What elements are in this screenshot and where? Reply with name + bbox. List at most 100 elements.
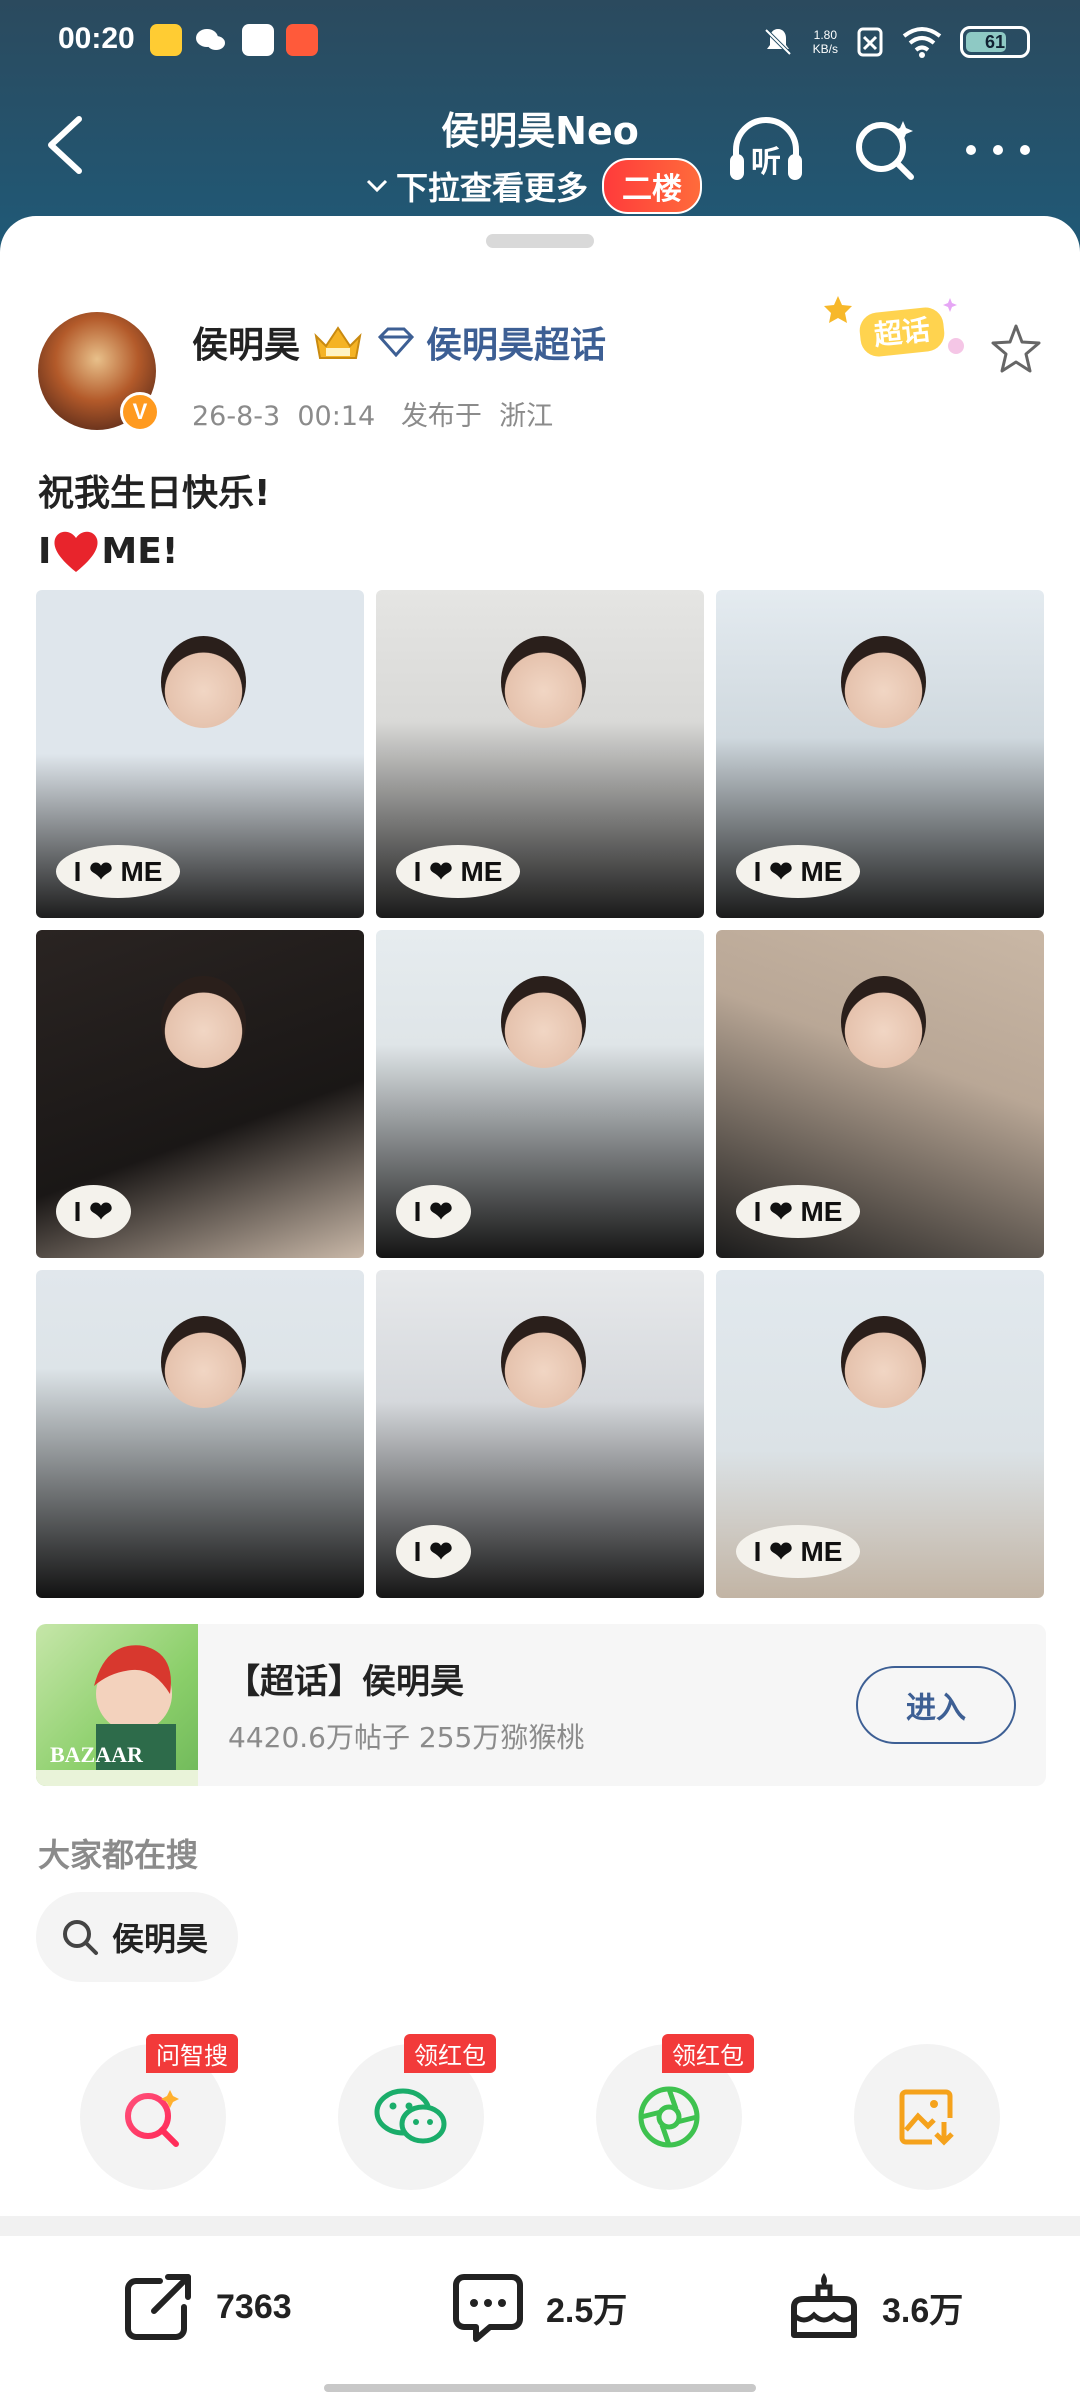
share-wechat-button[interactable]: 领红包 [338, 2034, 496, 2190]
wifi-icon [902, 27, 942, 58]
svg-text:BAZAAR: BAZAAR [50, 1742, 144, 1767]
share-ai-search-button[interactable]: 问智搜 [80, 2034, 238, 2190]
post-photo-3[interactable]: I ❤ ME [716, 590, 1044, 918]
photo-cake-label: I ❤ [395, 1185, 471, 1239]
photo-subject [500, 635, 586, 728]
topic-link-label: 侯明昊超话 [426, 325, 607, 366]
bottom-action-bar: 7363 2.5万 3.6万 [0, 2236, 1080, 2400]
home-indicator [324, 2384, 756, 2392]
svg-text:超话: 超话 [872, 313, 931, 352]
network-speed: 1.80 KB/s [812, 28, 838, 56]
photo-cake-label: I ❤ [55, 1185, 131, 1239]
comment-button[interactable]: 2.5万 [450, 2262, 627, 2352]
search-button[interactable] [846, 110, 926, 190]
search-suggestion-chip[interactable]: 侯明昊 [36, 1892, 239, 1982]
listen-button[interactable]: 听 [726, 110, 806, 190]
moments-icon [638, 2086, 700, 2148]
post-photo-5[interactable]: I ❤ [376, 930, 704, 1258]
trending-search-title: 大家都在搜 [38, 1836, 199, 1874]
save-image-button[interactable] [854, 2044, 1000, 2190]
pull-down-label: 下拉查看更多 [396, 169, 589, 207]
topic-name: 【超话】侯明昊 [226, 1662, 464, 1702]
photo-cake-label: I ❤ ME [735, 845, 861, 899]
avatar[interactable]: V [38, 312, 160, 432]
post-text-line-1: 祝我生日快乐! [38, 473, 271, 514]
photo-subject [840, 975, 926, 1068]
topic-link[interactable]: 侯明昊超话 [376, 316, 606, 368]
share-tag-3: 领红包 [662, 2034, 754, 2073]
post-meta: 26-8-3 00:14 发布于 浙江 [192, 401, 554, 432]
second-floor-badge[interactable]: 二楼 [602, 158, 703, 214]
photo-grid: I ❤ ME I ❤ ME I ❤ ME I ❤ I ❤ I ❤ ME I ❤ I ❤ ME [36, 590, 1046, 1598]
topic-stats: 4420.6万帖子 255万猕猴桃 [228, 1721, 585, 1754]
photo-cake-label: I ❤ ME [735, 1525, 861, 1579]
share-tag-2: 领红包 [404, 2034, 496, 2073]
battery-indicator: 61 [960, 26, 1030, 58]
search-icon [63, 1920, 98, 1955]
share-moments-button[interactable]: 领红包 [596, 2034, 754, 2190]
wechat-notification-icon [194, 24, 226, 56]
pull-down-hint[interactable]: 下拉查看更多 二楼 [366, 158, 703, 214]
topic-card[interactable]: BAZAAR 【超话】侯明昊 4420.6万帖子 255万猕猴桃 进入 [36, 1624, 1046, 1786]
chaohua-badge-icon: 超话 [824, 296, 964, 357]
like-count: 3.6万 [882, 2291, 964, 2330]
more-button[interactable] [958, 110, 1038, 190]
cake-like-icon [791, 2273, 857, 2338]
photo-cake-label: I ❤ ME [55, 845, 181, 899]
post-text-line-2: I ME! [38, 528, 178, 574]
post-photo-4[interactable]: I ❤ [36, 930, 364, 1258]
comment-icon [453, 2274, 523, 2342]
photo-subject [160, 975, 246, 1068]
post-photo-2[interactable]: I ❤ ME [376, 590, 704, 918]
chevron-down-icon [366, 179, 388, 193]
photo-cake-label: I ❤ [395, 1525, 471, 1579]
diamond-icon [377, 327, 415, 357]
drag-handle[interactable] [486, 234, 594, 248]
mail-notification-icon [242, 24, 274, 56]
search-chip-label: 侯明昊 [112, 1920, 209, 1958]
weibo-notification-icon [150, 24, 182, 56]
ai-search-icon [856, 121, 914, 180]
crown-icon [314, 326, 362, 359]
share-tag-1: 问智搜 [146, 2034, 238, 2073]
more-dots-icon [966, 145, 1030, 155]
comment-count: 2.5万 [546, 2291, 628, 2330]
post-photo-6[interactable]: I ❤ ME [716, 930, 1044, 1258]
like-button[interactable]: 3.6万 [786, 2262, 963, 2352]
post-photo-8[interactable]: I ❤ [376, 1270, 704, 1598]
verified-badge-icon: V [120, 392, 160, 432]
mute-icon [764, 28, 792, 56]
ai-search-icon [125, 2090, 179, 2147]
post-photo-7[interactable] [36, 1270, 364, 1598]
star-icon[interactable] [988, 322, 1044, 378]
author-name[interactable]: 侯明昊 [192, 316, 300, 368]
enter-topic-button[interactable]: 进入 [856, 1666, 1016, 1744]
status-right: 1.80 KB/s 61 [761, 20, 1030, 64]
headphones-icon: 听 [730, 117, 802, 180]
photo-cake-label: I ❤ ME [735, 1185, 861, 1239]
status-bar: 00:20 1.80 KB/s 61 [0, 0, 1080, 84]
sim-icon [857, 27, 883, 57]
svg-text:听: 听 [751, 145, 781, 180]
photo-cake-label: I ❤ ME [395, 845, 521, 899]
save-image-icon [899, 2089, 954, 2146]
photo-subject [840, 1315, 926, 1408]
photo-subject [160, 635, 246, 728]
photo-subject [840, 635, 926, 728]
repost-icon [125, 2274, 191, 2340]
section-divider [0, 2216, 1080, 2236]
photo-subject [500, 1315, 586, 1408]
author-row: 侯明昊 侯明昊超话 [192, 316, 606, 368]
post-photo-9[interactable]: I ❤ ME [716, 1270, 1044, 1598]
post-photo-1[interactable]: I ❤ ME [36, 590, 364, 918]
repost-button[interactable]: 7363 [120, 2262, 292, 2352]
heart-emoji-icon [54, 531, 98, 572]
nav-bar: 侯明昊Neo 下拉查看更多 二楼 听 [0, 90, 1080, 220]
wechat-icon [374, 2088, 447, 2144]
photo-subject [500, 975, 586, 1068]
repost-count: 7363 [216, 2287, 292, 2326]
status-time: 00:20 [58, 22, 135, 55]
app-notification-icon [286, 24, 318, 56]
topic-thumbnail: BAZAAR [36, 1624, 198, 1786]
photo-subject [160, 1315, 246, 1408]
